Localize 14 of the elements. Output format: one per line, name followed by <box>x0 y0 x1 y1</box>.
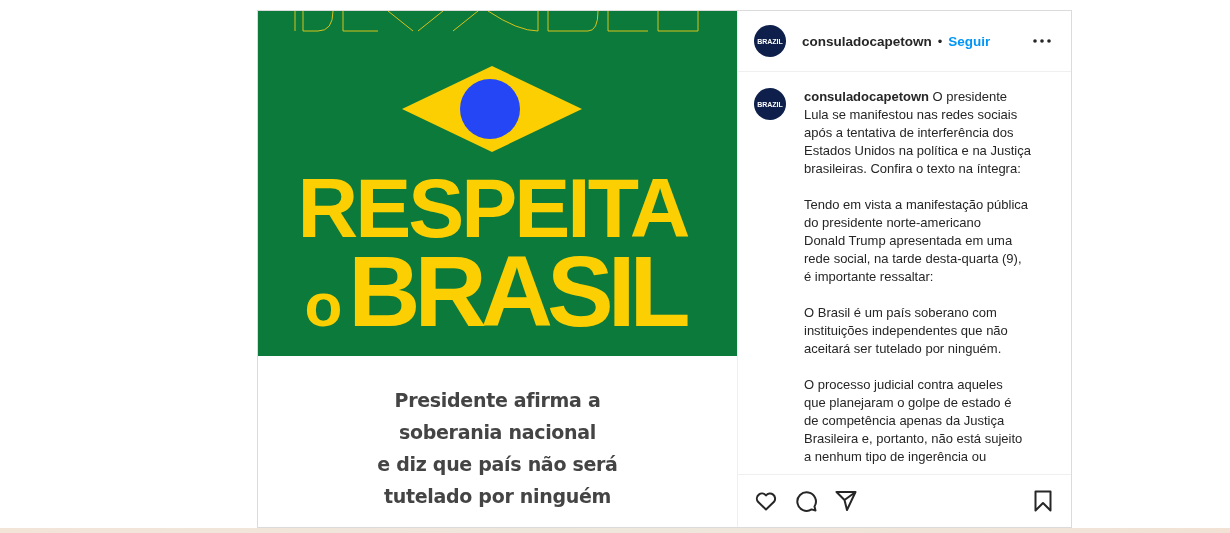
caption-text: Tendo em vista a manifestação pública do presidente norte-americano Donald Trump apresentada em uma rede social, na tarde desta-quarta (9), é importante ressaltar: <box>804 196 1029 286</box>
comment-icon[interactable] <box>794 489 818 513</box>
poster-word: BRASIL <box>348 246 685 336</box>
poster-subtitle: Presidente afirma a soberania nacional e diz que país não será tutelado por ninguém <box>377 388 618 509</box>
flag-icon <box>401 66 582 152</box>
more-icon[interactable] <box>1033 39 1051 43</box>
username-link[interactable]: consuladocapetown <box>802 33 932 49</box>
poster-headline: RESPEITA <box>297 170 688 246</box>
caption-text: O processo judicial contra aqueles que planejaram o golpe de estado é de competência apenas da Justiça Brasileira e, portanto, não está sujeito a nenhum tipo de ingerência ou <box>804 376 1024 466</box>
poster-article: o <box>304 269 343 341</box>
caption-text: consuladocapetown O presidente Lula se manifestou nas redes sociais após a tentativa de interferência dos Estados Unidos na política e na Justiça brasileiras. Confira o texto na íntegra: <box>804 88 1031 178</box>
share-icon[interactable] <box>834 489 858 513</box>
caption-text: O Brasil é um país soberano com instituições independentes que não aceitará ser tutelado por ninguém. <box>804 304 1009 358</box>
separator-dot: • <box>937 33 943 49</box>
